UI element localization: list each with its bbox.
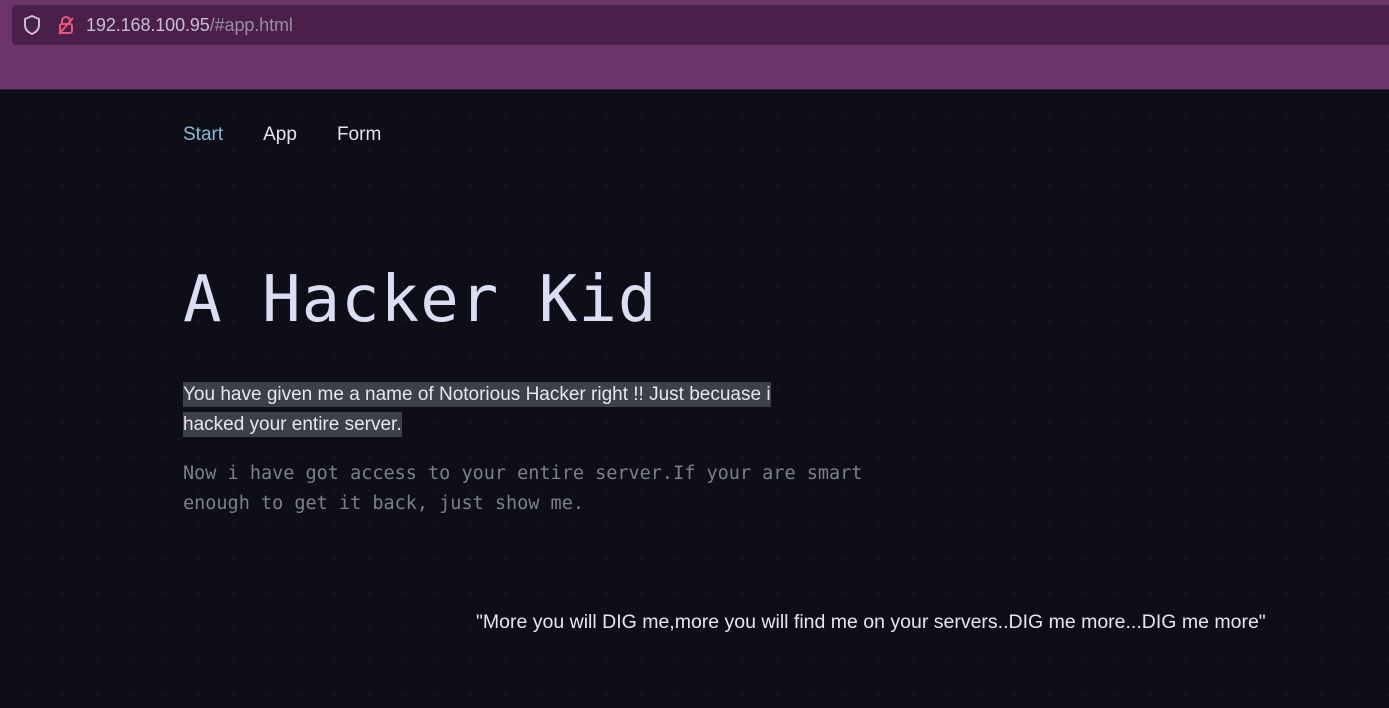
main-nav: Start App Form	[183, 123, 421, 147]
lock-icon[interactable]	[55, 14, 77, 36]
nav-form-link[interactable]: Form	[337, 123, 381, 147]
url-text[interactable]: 192.168.100.95/#app.html	[86, 15, 293, 36]
page-content: Start App Form A Hacker Kid You have giv…	[0, 90, 1389, 708]
url-path: /#app.html	[209, 14, 293, 35]
intro-paragraph: You have given me a name of Notorious Ha…	[183, 380, 823, 440]
address-bar[interactable]: 192.168.100.95/#app.html	[12, 5, 1389, 45]
page-title: A Hacker Kid	[183, 263, 658, 337]
highlighted-intro-text: You have given me a name of Notorious Ha…	[183, 382, 771, 437]
browser-toolbar: 192.168.100.95/#app.html	[0, 0, 1389, 90]
nav-start-link[interactable]: Start	[183, 123, 223, 147]
message-paragraph: Now i have got access to your entire ser…	[183, 463, 863, 514]
shield-icon[interactable]	[21, 14, 43, 36]
nav-app-link[interactable]: App	[263, 123, 297, 147]
quote-text: "More you will DIG me,more you will find…	[476, 611, 1266, 633]
url-host: 192.168.100.95	[86, 14, 210, 35]
